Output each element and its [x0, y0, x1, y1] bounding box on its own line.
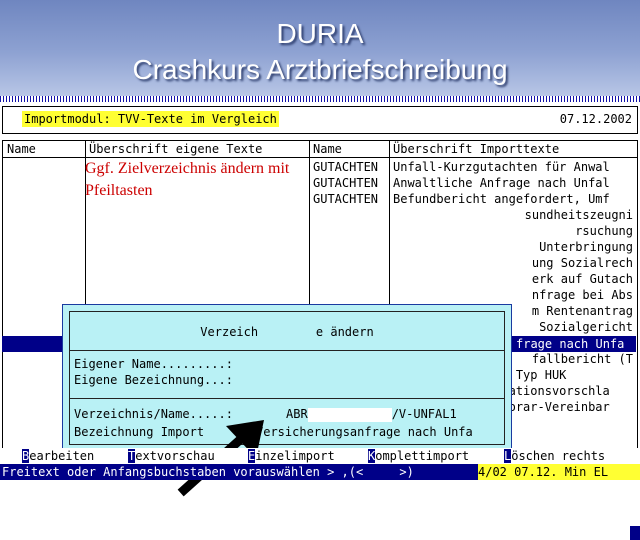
import-row-title[interactable]: Unterbringung — [539, 239, 633, 255]
dotted-divider — [0, 96, 640, 102]
directory-suffix: /V-UNFAL1 — [391, 407, 457, 421]
terminal-screen: Importmodul: TVV-Texte im Vergleich 07.1… — [0, 96, 640, 540]
menu-item-textvorschau[interactable]: Textvorschau — [128, 448, 215, 464]
import-row-title[interactable]: fallbericht (T — [532, 351, 633, 367]
own-desc-label: Eigene Bezeichnung...: — [74, 373, 233, 387]
import-desc-value: Versicherungsanfrage nach Unfa — [256, 425, 473, 439]
dialog-divider — [70, 350, 504, 351]
menu-item-löschen-rechts[interactable]: Löschen rechts — [504, 448, 605, 464]
menu-label: omplettimport — [375, 449, 470, 463]
import-row-title[interactable]: Unfall-Kurzgutachten für Anwal — [393, 159, 610, 175]
menu-label: extvorschau — [135, 449, 215, 463]
status-prompt: Freitext oder Anfangsbuchstaben vorauswä… — [2, 465, 414, 479]
banner-subtitle: Crashkurs Arztbriefschreibung — [132, 54, 508, 85]
import-row-title[interactable]: Befundbericht angefordert, Umf — [393, 191, 610, 207]
title-banner: DURIA Crashkurs Arztbriefschreibung — [0, 0, 640, 96]
function-menu: Bearbeiten Textvorschau Einzelimport Komple… — [0, 448, 640, 464]
column-header-name-import: Name — [313, 142, 342, 156]
dialog-divider — [70, 398, 504, 399]
menu-item-komplettimport[interactable]: Komplettimport — [368, 448, 469, 464]
import-row-title[interactable]: Sozialgericht — [539, 319, 633, 335]
menu-label: inzelimport — [255, 449, 335, 463]
dialog-title: Verzeich e ändern — [200, 325, 374, 339]
menu-item-bearbeiten[interactable]: Bearbeiten — [22, 448, 94, 464]
import-row-name[interactable]: GUTACHTEN — [313, 175, 378, 191]
menu-label: öschen rechts — [511, 449, 606, 463]
import-row-title[interactable]: sundheitszeugni — [525, 207, 633, 223]
directory-prefix: ABR — [286, 407, 308, 421]
status-info: 4/02 07.12. Min EL — [478, 464, 640, 480]
column-header-title-import: Überschrift Importtexte — [393, 142, 560, 156]
redacted-segment — [307, 407, 392, 422]
directory-field[interactable]: ABR/V-UNFAL1 — [286, 406, 457, 422]
menu-label: earbeiten — [29, 449, 95, 463]
import-row-title[interactable]: nfrage bei Abs — [532, 287, 633, 303]
scroll-marker[interactable] — [630, 526, 640, 540]
status-bar: Freitext oder Anfangsbuchstaben vorauswä… — [0, 464, 640, 480]
import-row-title[interactable]: Anwaltliche Anfrage nach Unfal — [393, 175, 610, 191]
import-row-title[interactable]: m Rentenantrag — [532, 303, 633, 319]
column-header-title-own: Überschrift eigene Texte — [89, 142, 263, 156]
selected-row-text: frage nach Unfa — [516, 337, 625, 351]
directory-dialog: Verzeich e ändern Eigener Name.........:… — [62, 304, 512, 452]
module-title: Importmodul: TVV-Texte im Vergleich — [22, 111, 279, 127]
instruction-hint: Ggf. Zielverzeichnis ändern mit Pfeiltas… — [85, 160, 290, 199]
column-header-name-own: Name — [7, 142, 36, 156]
banner-title: DURIA — [276, 18, 364, 49]
import-row-title[interactable]: ung Sozialrech — [532, 255, 633, 271]
dialog-frame: Verzeich e ändern Eigener Name.........:… — [69, 311, 505, 445]
import-row-title[interactable]: rsuchung — [575, 223, 633, 239]
import-row-title[interactable]: erk auf Gutach — [532, 271, 633, 287]
import-row-name[interactable]: GUTACHTEN — [313, 159, 378, 175]
import-row-name[interactable]: GUTACHTEN — [313, 191, 378, 207]
own-name-label: Eigener Name.........: — [74, 357, 233, 371]
menu-item-einzelimport[interactable]: Einzelimport — [248, 448, 335, 464]
header-date: 07.12.2002 — [559, 112, 632, 126]
